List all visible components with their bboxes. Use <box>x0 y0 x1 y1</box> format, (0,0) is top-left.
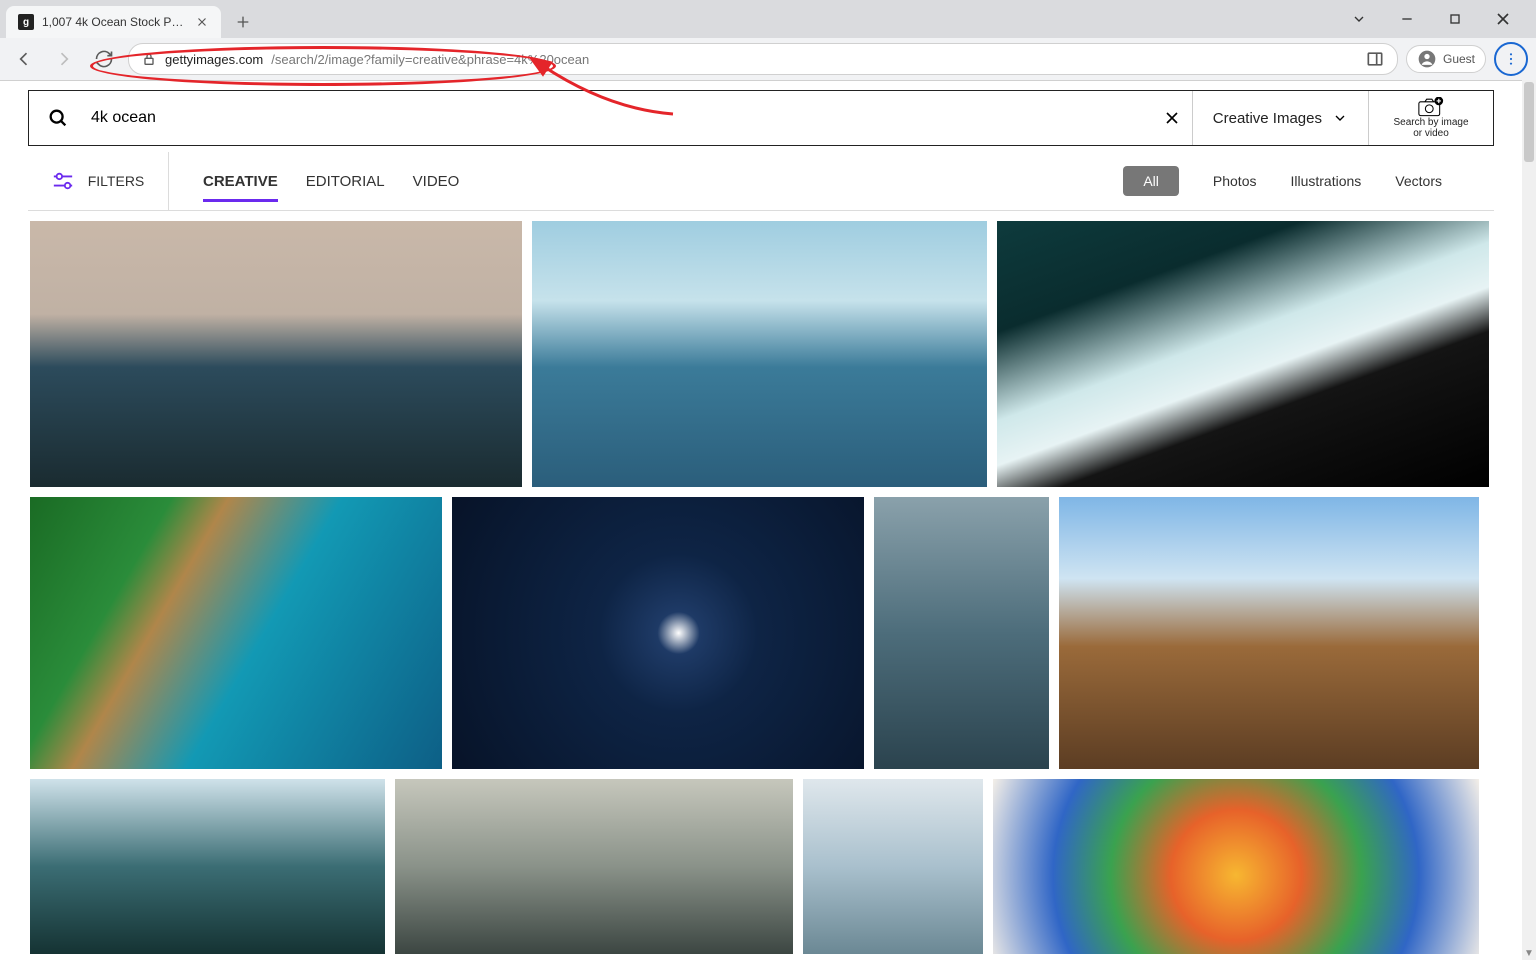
chevron-down-icon[interactable] <box>1344 4 1374 34</box>
result-thumbnail[interactable] <box>997 221 1489 487</box>
result-thumbnail[interactable] <box>532 221 987 487</box>
page-content: Creative Images Search by image or video… <box>0 80 1522 960</box>
result-thumbnail[interactable] <box>993 779 1479 954</box>
new-tab-button[interactable] <box>229 8 257 36</box>
profile-button[interactable]: Guest <box>1406 45 1486 73</box>
type-filter-all[interactable]: All <box>1123 166 1179 196</box>
clear-search-button[interactable] <box>1152 91 1193 145</box>
avatar-icon <box>1417 49 1437 69</box>
url-path: /search/2/image?family=creative&phrase=4… <box>271 52 589 67</box>
scroll-down-icon[interactable]: ▼ <box>1522 946 1536 960</box>
type-filter-vectors[interactable]: Vectors <box>1395 173 1442 189</box>
camera-icon <box>1418 97 1444 117</box>
close-tab-icon[interactable] <box>195 15 209 29</box>
browser-chrome: g 1,007 4k Ocean Stock Photos, H gettyim… <box>0 0 1536 81</box>
filter-bar: FILTERS CREATIVE EDITORIAL VIDEO All Pho… <box>28 152 1494 211</box>
result-thumbnail[interactable] <box>874 497 1049 769</box>
vertical-scrollbar[interactable]: ▲ ▼ <box>1522 80 1536 960</box>
search-type-dropdown[interactable]: Creative Images <box>1193 91 1369 145</box>
result-thumbnail[interactable] <box>803 779 983 954</box>
type-filter-tabs: All Photos Illustrations Vectors <box>1123 166 1494 196</box>
type-filter-photos[interactable]: Photos <box>1213 173 1257 189</box>
result-thumbnail[interactable] <box>30 221 522 487</box>
maximize-icon[interactable] <box>1440 4 1470 34</box>
minimize-icon[interactable] <box>1392 4 1422 34</box>
close-window-icon[interactable] <box>1488 4 1518 34</box>
address-bar[interactable]: gettyimages.com/search/2/image?family=cr… <box>128 43 1398 75</box>
tab-strip: g 1,007 4k Ocean Stock Photos, H <box>0 0 1536 38</box>
lock-icon <box>141 51 157 67</box>
category-tabs: CREATIVE EDITORIAL VIDEO <box>169 152 459 210</box>
result-thumbnail[interactable] <box>395 779 793 954</box>
filters-label: FILTERS <box>88 173 145 189</box>
forward-button[interactable] <box>48 43 80 75</box>
address-row: gettyimages.com/search/2/image?family=cr… <box>0 38 1536 80</box>
result-thumbnail[interactable] <box>1059 497 1479 769</box>
favicon-icon: g <box>18 14 34 30</box>
search-by-image-label-1: Search by image <box>1393 117 1468 129</box>
result-thumbnail[interactable] <box>452 497 864 769</box>
search-input[interactable] <box>89 108 1134 128</box>
tab-creative[interactable]: CREATIVE <box>203 167 278 196</box>
search-by-image-label-2: or video <box>1413 128 1449 140</box>
window-controls <box>1344 0 1530 38</box>
results-gallery <box>0 211 1522 954</box>
result-thumbnail[interactable] <box>30 779 385 954</box>
tab-editorial[interactable]: EDITORIAL <box>306 167 385 196</box>
scrollbar-thumb[interactable] <box>1524 82 1534 162</box>
reload-button[interactable] <box>88 43 120 75</box>
menu-button[interactable] <box>1494 42 1528 76</box>
search-bar: Creative Images Search by image or video <box>28 90 1494 146</box>
browser-tab[interactable]: g 1,007 4k Ocean Stock Photos, H <box>6 6 221 38</box>
back-button[interactable] <box>8 43 40 75</box>
search-by-image-button[interactable]: Search by image or video <box>1369 91 1493 146</box>
panel-icon[interactable] <box>1365 49 1385 69</box>
type-filter-illustrations[interactable]: Illustrations <box>1290 173 1361 189</box>
search-type-label: Creative Images <box>1213 110 1322 127</box>
search-icon <box>47 107 69 129</box>
filters-button[interactable]: FILTERS <box>28 152 169 210</box>
sliders-icon <box>52 172 74 190</box>
tab-title: 1,007 4k Ocean Stock Photos, H <box>42 15 187 29</box>
url-host: gettyimages.com <box>165 52 263 67</box>
profile-label: Guest <box>1443 52 1475 66</box>
chevron-down-icon <box>1332 110 1348 126</box>
result-thumbnail[interactable] <box>30 497 442 769</box>
tab-video[interactable]: VIDEO <box>413 167 460 196</box>
